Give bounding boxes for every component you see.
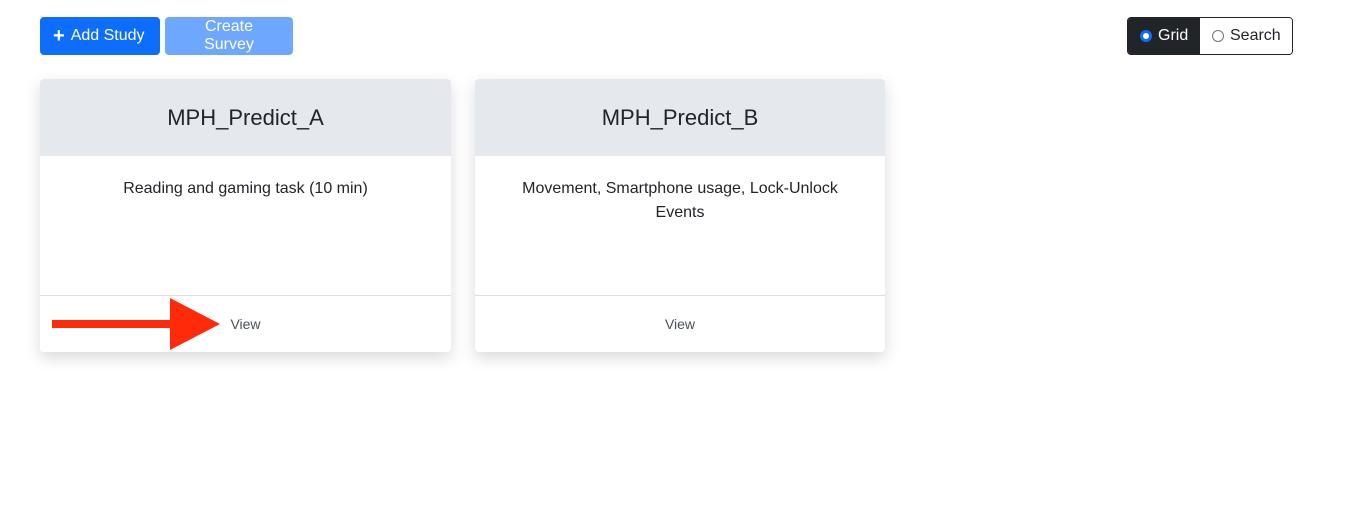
add-study-button[interactable]: + Add Study (40, 17, 160, 55)
study-card-title: MPH_Predict_B (475, 79, 885, 156)
study-card-description: Reading and gaming task (10 min) (40, 156, 451, 296)
red-arrow-shape (52, 298, 220, 350)
search-label: Search (1230, 27, 1281, 44)
search-toggle-option[interactable]: Search (1200, 18, 1292, 54)
view-link[interactable]: View (230, 316, 260, 332)
red-arrow-icon (52, 298, 220, 350)
add-study-label: Add Study (70, 27, 145, 44)
create-survey-label: Create Survey (204, 18, 254, 53)
grid-radio[interactable] (1140, 30, 1152, 42)
grid-toggle-option[interactable]: Grid (1128, 18, 1200, 54)
toolbar: + Add Study Create Survey (40, 17, 293, 55)
view-link[interactable]: View (665, 316, 695, 332)
create-survey-button[interactable]: Create Survey (165, 17, 293, 55)
study-card-footer: View (475, 296, 885, 352)
grid-label: Grid (1158, 27, 1189, 44)
search-radio[interactable] (1212, 30, 1224, 42)
study-card-mph-predict-b: MPH_Predict_B Movement, Smartphone usage… (475, 79, 885, 352)
view-toggle: Grid Search (1127, 17, 1293, 55)
study-card-title: MPH_Predict_A (40, 79, 451, 156)
study-card-description: Movement, Smartphone usage, Lock-Unlock … (475, 156, 885, 296)
plus-icon: + (53, 25, 65, 47)
